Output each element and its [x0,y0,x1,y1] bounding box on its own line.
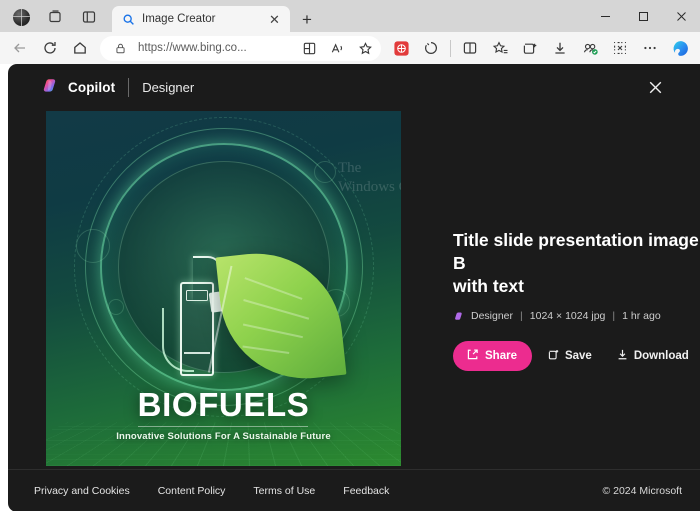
tab-actions-icon[interactable] [72,2,106,32]
share-label: Share [485,349,517,362]
image-detail-modal: Copilot Designer The Windows BIOFUELS In… [8,64,700,511]
image-details-panel: Title slide presentation image for B wit… [401,111,700,466]
bokeh-circle [76,229,110,263]
downloads-icon[interactable] [546,35,574,61]
split-screen-icon[interactable] [299,38,319,58]
browser-window: Image Creator ✕ + https://www.bing.co...… [0,0,700,511]
globe-icon[interactable] [4,2,38,32]
toolbar-divider [450,39,451,57]
close-window-button[interactable] [662,0,700,32]
profile-icon[interactable] [576,35,604,61]
search-icon [122,13,135,26]
tab-title: Image Creator [142,13,216,25]
download-icon [616,348,629,364]
window-controls [586,0,700,32]
copilot-icon[interactable] [666,35,694,61]
browser-toolbar: https://www.bing.co... [0,32,700,64]
read-aloud-icon[interactable] [327,38,347,58]
save-button[interactable]: Save [538,341,601,371]
tab-strip: Image Creator ✕ + [0,0,700,32]
creator-label: Designer [471,310,514,323]
lock-icon [110,38,130,58]
modal-header: Copilot Designer [8,64,700,111]
image-headline: BIOFUELS [137,386,310,423]
address-bar[interactable]: https://www.bing.co... [100,35,381,61]
footer-link-feedback[interactable]: Feedback [343,485,389,497]
age-label: 1 hr ago [622,310,661,323]
page-viewport: Copilot Designer The Windows BIOFUELS In… [0,64,700,511]
workspaces-icon[interactable] [38,2,72,32]
section-label: Designer [142,80,195,95]
dimensions-label: 1024 × 1024 jpg [529,310,606,323]
copilot-logo-icon [40,76,59,100]
watermark-text: The Windows Club [338,160,401,195]
download-button[interactable]: Download [607,341,698,371]
footer-link-content-policy[interactable]: Content Policy [158,485,226,497]
settings-more-icon[interactable] [636,35,664,61]
tagline-rule [138,426,308,427]
home-icon[interactable] [66,35,94,61]
shopping-icon[interactable] [387,35,415,61]
action-buttons: Share Save Download [453,340,700,371]
bokeh-circle [314,161,336,183]
screenshot-icon[interactable] [606,35,634,61]
next-image-button[interactable] [390,265,401,313]
browser-essentials-icon[interactable] [417,35,445,61]
brand: Copilot [40,76,115,100]
footer-link-privacy[interactable]: Privacy and Cookies [34,485,130,497]
close-icon[interactable]: ✕ [267,12,282,27]
address-bar-url: https://www.bing.co... [138,42,247,54]
download-label: Download [633,349,689,362]
image-metadata: Designer | 1024 × 1024 jpg | 1 hr ago [453,310,700,322]
brand-divider [128,78,130,97]
star-icon[interactable] [355,38,375,58]
refresh-icon[interactable] [36,35,64,61]
modal-footer: Privacy and Cookies Content Policy Terms… [8,469,700,511]
share-icon [466,348,479,364]
share-button[interactable]: Share [453,340,532,371]
copyright-label: © 2024 Microsoft [602,485,682,497]
close-icon[interactable] [641,74,669,102]
split-screen-icon[interactable] [456,35,484,61]
save-icon [547,348,560,364]
bokeh-circle [108,299,124,315]
footer-link-terms[interactable]: Terms of Use [253,485,315,497]
brand-name: Copilot [68,80,116,95]
collections-icon[interactable] [516,35,544,61]
save-label: Save [564,349,592,362]
minimize-button[interactable] [586,0,624,32]
grid-floor-decoration [46,422,401,466]
back-arrow-icon[interactable] [6,35,34,61]
new-tab-button[interactable]: + [294,6,320,32]
footer-links: Privacy and Cookies Content Policy Terms… [34,485,389,497]
image-title: Title slide presentation image for B wit… [453,230,699,297]
designer-icon [453,311,464,322]
image-background: The Windows Club BIOFUELS Innovative Sol… [46,111,401,466]
image-tagline: Innovative Solutions For A Sustainable F… [116,431,331,442]
generated-image[interactable]: The Windows Club BIOFUELS Innovative Sol… [46,111,401,466]
modal-body: The Windows Club BIOFUELS Innovative Sol… [8,111,700,466]
favorites-icon[interactable] [486,35,514,61]
meta-separator: | [612,310,616,323]
maximize-button[interactable] [624,0,662,32]
browser-tab[interactable]: Image Creator ✕ [112,6,290,32]
meta-separator: | [520,310,523,323]
